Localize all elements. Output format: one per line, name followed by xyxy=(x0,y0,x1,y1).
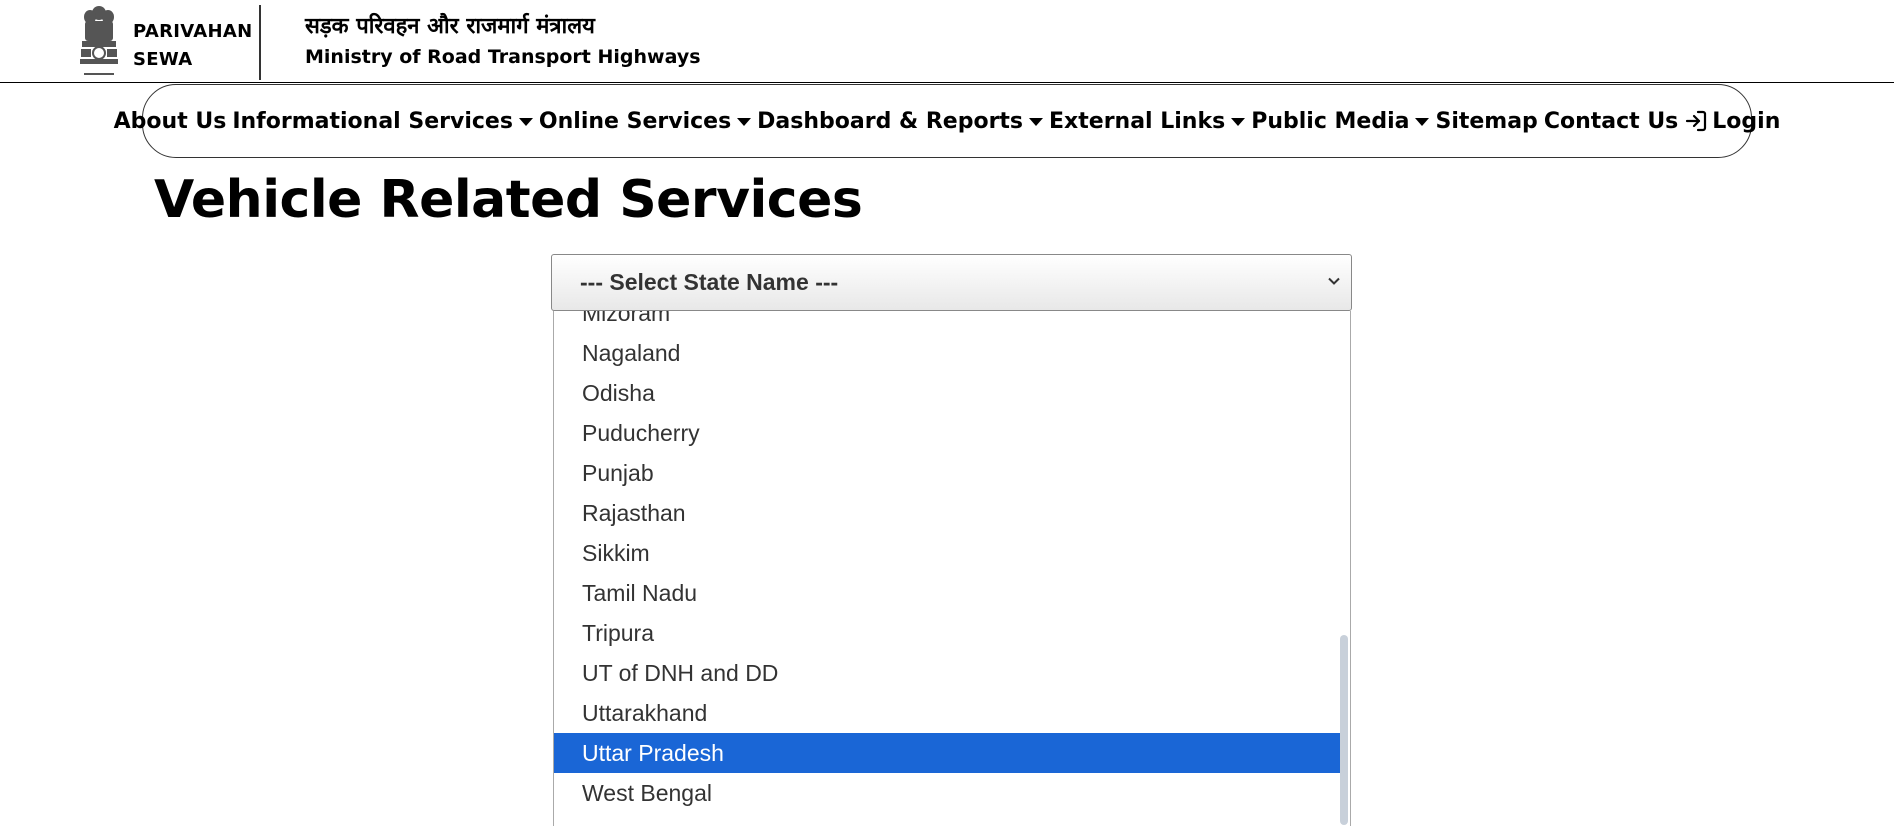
state-option-uttar-pradesh[interactable]: Uttar Pradesh xyxy=(554,733,1344,773)
nav-item-label: Public Media xyxy=(1251,108,1410,134)
caret-down-icon xyxy=(1231,118,1246,126)
nav-item-login[interactable]: Login xyxy=(1684,109,1780,134)
state-option-tamil-nadu[interactable]: Tamil Nadu xyxy=(554,573,1344,613)
state-select[interactable]: --- Select State Name --- xyxy=(551,254,1352,311)
page-title: Vehicle Related Services xyxy=(154,170,863,230)
header-divider xyxy=(259,5,261,80)
nav-item-dashboard-reports[interactable]: Dashboard & Reports xyxy=(757,108,1044,134)
brand-line-1: PARIVAHAN xyxy=(133,21,253,42)
state-dropdown-list[interactable]: Mizoram Nagaland Odisha Puducherry Punja… xyxy=(553,311,1351,826)
nav-item-label: Informational Services xyxy=(232,108,513,134)
state-option-west-bengal[interactable]: West Bengal xyxy=(554,773,1344,813)
nav-item-label: Dashboard & Reports xyxy=(757,108,1024,134)
nav-item-sitemap[interactable]: Sitemap xyxy=(1435,109,1537,134)
state-option-punjab[interactable]: Punjab xyxy=(554,453,1344,493)
caret-down-icon xyxy=(737,118,752,126)
nav-item-contact-us[interactable]: Contact Us xyxy=(1544,109,1678,134)
nav-item-online-services[interactable]: Online Services xyxy=(538,108,752,134)
chevron-down-icon xyxy=(1328,277,1340,285)
ministry-name: सड़क परिवहन और राजमार्ग मंत्रालय Ministr… xyxy=(305,12,701,72)
caret-down-icon xyxy=(518,118,533,126)
nav-item-label: Sitemap xyxy=(1435,108,1538,134)
caret-down-icon xyxy=(1029,118,1044,126)
caret-down-icon xyxy=(1415,118,1430,126)
nav-item-label: Contact Us xyxy=(1543,108,1679,134)
nav-item-informational-services[interactable]: Informational Services xyxy=(232,109,533,134)
state-option-sikkim[interactable]: Sikkim xyxy=(554,533,1344,573)
nav-item-label: Login xyxy=(1712,108,1781,134)
nav-item-external-links[interactable]: External Links xyxy=(1049,108,1246,134)
state-option-rajasthan[interactable]: Rajasthan xyxy=(554,493,1344,533)
state-option-puducherry[interactable]: Puducherry xyxy=(554,413,1344,453)
nav-item-label: External Links xyxy=(1049,108,1226,134)
nav-item-about-us[interactable]: About Us xyxy=(114,109,227,134)
state-option-ut-of-dnh-and-dd[interactable]: UT of DNH and DD xyxy=(554,653,1344,693)
nav-item-public-media[interactable]: Public Media xyxy=(1251,108,1430,134)
login-icon xyxy=(1686,110,1707,132)
nav-item-label: Online Services xyxy=(538,108,732,134)
state-option-uttarakhand[interactable]: Uttarakhand xyxy=(554,693,1344,733)
national-emblem-icon xyxy=(80,6,118,75)
state-select-value: --- Select State Name --- xyxy=(580,269,839,295)
state-option-tripura[interactable]: Tripura xyxy=(554,613,1344,653)
nav-item-label: About Us xyxy=(113,108,227,134)
state-option-mizoram[interactable]: Mizoram xyxy=(554,311,1344,333)
site-header: PARIVAHAN SEWA सड़क परिवहन और राजमार्ग म… xyxy=(0,0,1894,83)
dropdown-scrollbar[interactable] xyxy=(1340,635,1348,825)
ministry-name-hindi: सड़क परिवहन और राजमार्ग मंत्रालय xyxy=(305,14,595,39)
brand-line-2: SEWA xyxy=(133,49,193,70)
brand-name[interactable]: PARIVAHAN SEWA xyxy=(133,18,252,74)
main-nav: About Us Informational Services Online S… xyxy=(114,84,1780,158)
state-option-odisha[interactable]: Odisha xyxy=(554,373,1344,413)
ministry-name-english: Ministry of Road Transport Highways xyxy=(305,46,701,68)
state-option-nagaland[interactable]: Nagaland xyxy=(554,333,1344,373)
